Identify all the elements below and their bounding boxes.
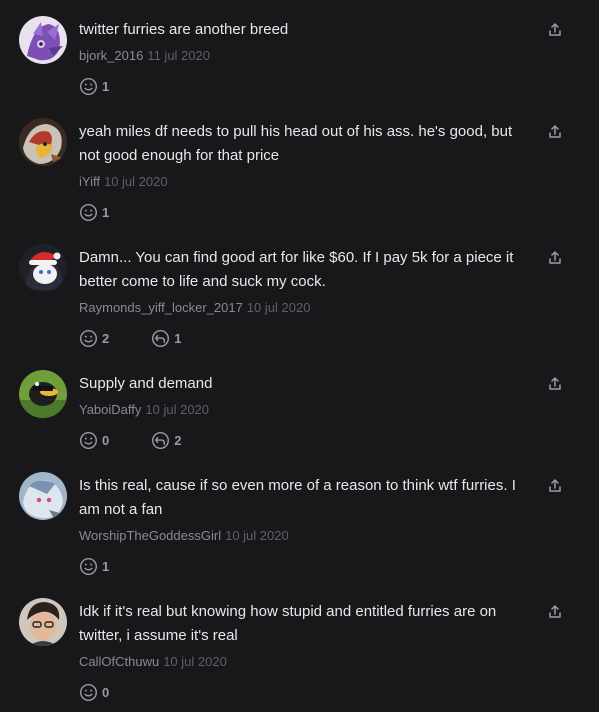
share-button[interactable] — [547, 250, 563, 266]
comment-actions: 0 — [79, 682, 151, 702]
comment-meta: iYiff 10 jul 2020 — [79, 174, 168, 189]
comment-date: 10 jul 2020 — [163, 654, 227, 669]
avatar-image — [19, 16, 67, 64]
smiley-face-icon — [79, 683, 98, 701]
reaction-count: 1 — [102, 78, 110, 94]
avatar-image — [19, 370, 67, 418]
share-upload-icon — [549, 377, 561, 390]
comment-actions: 1 — [79, 76, 151, 96]
reaction-count: 1 — [102, 204, 110, 220]
smiley-face-icon — [79, 77, 98, 95]
avatar-image — [19, 472, 67, 520]
share-upload-icon — [549, 23, 561, 36]
share-button[interactable] — [547, 124, 563, 140]
comment-author[interactable]: iYiff — [79, 174, 100, 189]
comment-date: 11 jul 2020 — [147, 48, 210, 63]
comment-meta: Raymonds_yiff_locker_2017 10 jul 2020 — [79, 300, 310, 315]
comment-date: 10 jul 2020 — [145, 402, 210, 417]
share-upload-icon — [549, 251, 561, 264]
reaction-button[interactable]: 1 — [79, 77, 109, 96]
reaction-button[interactable]: 1 — [79, 203, 109, 222]
reaction-count: 0 — [102, 432, 110, 448]
reaction-button[interactable]: 2 — [79, 329, 109, 348]
smiley-face-icon — [79, 557, 98, 575]
share-upload-icon — [549, 479, 561, 492]
share-button[interactable] — [547, 22, 563, 38]
comment-author[interactable]: Raymonds_yiff_locker_2017 — [79, 300, 243, 315]
smiley-face-icon — [79, 329, 98, 347]
comment-feed: twitter furries are another breed bjork_… — [0, 0, 599, 712]
comment-actions: 1 — [79, 202, 151, 222]
comment-author[interactable]: CallOfCthuwu — [79, 654, 159, 669]
reply-button[interactable]: 1 — [151, 329, 181, 348]
share-button[interactable] — [547, 376, 563, 392]
comment-date: 10 jul 2020 — [103, 174, 168, 189]
share-upload-icon — [549, 125, 561, 138]
comment-author[interactable]: YaboiDaffy — [79, 402, 141, 417]
comment-author[interactable]: bjork_2016 — [79, 48, 143, 63]
avatar[interactable] — [19, 244, 67, 292]
reply-count: 1 — [174, 330, 182, 346]
comment-actions: 2 1 — [79, 328, 223, 348]
avatar[interactable] — [19, 118, 67, 166]
reaction-count: 2 — [102, 330, 110, 346]
comment-text: Supply and demand — [79, 375, 213, 392]
comment-text: yeah miles df needs to pull his head out… — [79, 123, 513, 164]
comment-date: 10 jul 2020 — [225, 528, 289, 543]
avatar-image — [19, 598, 67, 646]
comment-meta: CallOfCthuwu 10 jul 2020 — [79, 654, 227, 669]
avatar[interactable] — [19, 16, 67, 64]
comment-meta: bjork_2016 11 jul 2020 — [79, 48, 210, 63]
share-button[interactable] — [547, 604, 563, 620]
comment-item: Damn... You can find good art for like $… — [0, 244, 599, 370]
comment-meta: YaboiDaffy 10 jul 2020 — [79, 402, 209, 417]
reaction-button[interactable]: 0 — [79, 683, 109, 702]
comment-item: yeah miles df needs to pull his head out… — [0, 118, 599, 244]
reaction-count: 0 — [102, 684, 110, 700]
comment-actions: 1 — [79, 556, 151, 576]
comment-date: 10 jul 2020 — [246, 300, 311, 315]
avatar-image — [19, 244, 67, 292]
comment-text: twitter furries are another breed — [79, 21, 289, 38]
comment-meta: WorshipTheGoddessGirl 10 jul 2020 — [79, 528, 289, 543]
comment-author[interactable]: WorshipTheGoddessGirl — [79, 528, 221, 543]
comment-item: Idk if it's real but knowing how stupid … — [0, 598, 599, 712]
comment-text: Is this real, cause if so even more of a… — [79, 477, 516, 518]
avatar[interactable] — [19, 370, 67, 418]
share-upload-icon — [549, 605, 561, 618]
avatar-image — [19, 118, 67, 166]
share-button[interactable] — [547, 478, 563, 494]
reaction-button[interactable]: 0 — [79, 431, 109, 450]
comment-actions: 0 2 — [79, 430, 223, 450]
reply-arrow-icon — [152, 329, 170, 347]
avatar[interactable] — [19, 598, 67, 646]
comment-item: Is this real, cause if so even more of a… — [0, 472, 599, 598]
reply-button[interactable]: 2 — [151, 431, 181, 450]
smiley-face-icon — [79, 203, 98, 221]
comment-text: Damn... You can find good art for like $… — [79, 249, 514, 290]
reply-arrow-icon — [152, 431, 170, 449]
smiley-face-icon — [79, 431, 98, 449]
avatar[interactable] — [19, 472, 67, 520]
reaction-count: 1 — [102, 558, 110, 574]
reply-count: 2 — [174, 432, 182, 448]
reaction-button[interactable]: 1 — [79, 557, 109, 576]
comment-text: Idk if it's real but knowing how stupid … — [79, 603, 497, 644]
